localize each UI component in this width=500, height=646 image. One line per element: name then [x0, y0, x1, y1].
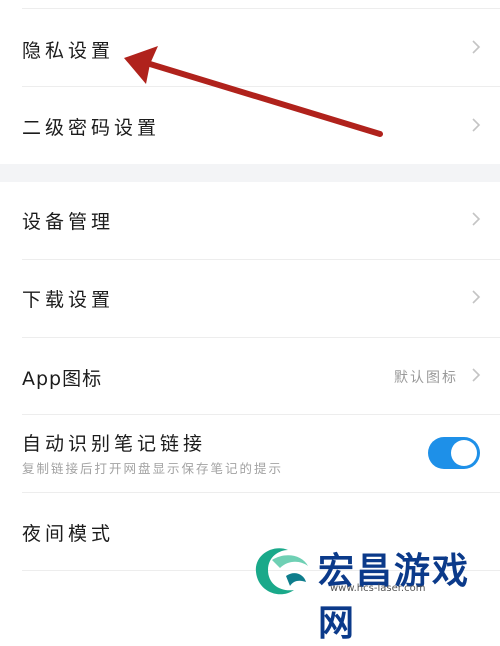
night-mode-label: 夜间模式: [22, 523, 115, 545]
watermark-url: www.hcs-laser.com: [330, 583, 426, 594]
app-icon-value: 默认图标: [394, 370, 458, 386]
privacy-settings-label: 隐私设置: [22, 40, 115, 62]
auto-detect-links-toggle[interactable]: [428, 437, 480, 469]
chevron-right-icon: [472, 290, 481, 304]
privacy-settings-row[interactable]: 隐私设置: [0, 9, 500, 86]
download-settings-label: 下载设置: [22, 289, 115, 311]
second-password-row[interactable]: 二级密码设置: [0, 87, 500, 164]
watermark-brand: 宏昌游戏网: [318, 551, 471, 644]
app-icon-row[interactable]: App图标 默认图标: [0, 338, 500, 414]
section-gap: [0, 164, 500, 182]
watermark-logo-icon: [255, 548, 308, 595]
app-icon-label: App图标: [22, 368, 103, 390]
auto-detect-links-row: 自动识别笔记链接 复制链接后打开网盘显示保存笔记的提示: [0, 415, 500, 492]
chevron-right-icon: [472, 118, 481, 132]
device-management-label: 设备管理: [22, 211, 115, 233]
chevron-right-icon: [472, 368, 481, 382]
chevron-right-icon: [472, 40, 481, 54]
auto-detect-links-label: 自动识别笔记链接: [22, 433, 207, 455]
auto-detect-links-description: 复制链接后打开网盘显示保存笔记的提示: [22, 461, 284, 476]
download-settings-row[interactable]: 下载设置: [0, 260, 500, 337]
toggle-knob: [451, 440, 477, 466]
device-management-row[interactable]: 设备管理: [0, 182, 500, 259]
second-password-label: 二级密码设置: [22, 117, 161, 139]
chevron-right-icon: [472, 212, 481, 226]
